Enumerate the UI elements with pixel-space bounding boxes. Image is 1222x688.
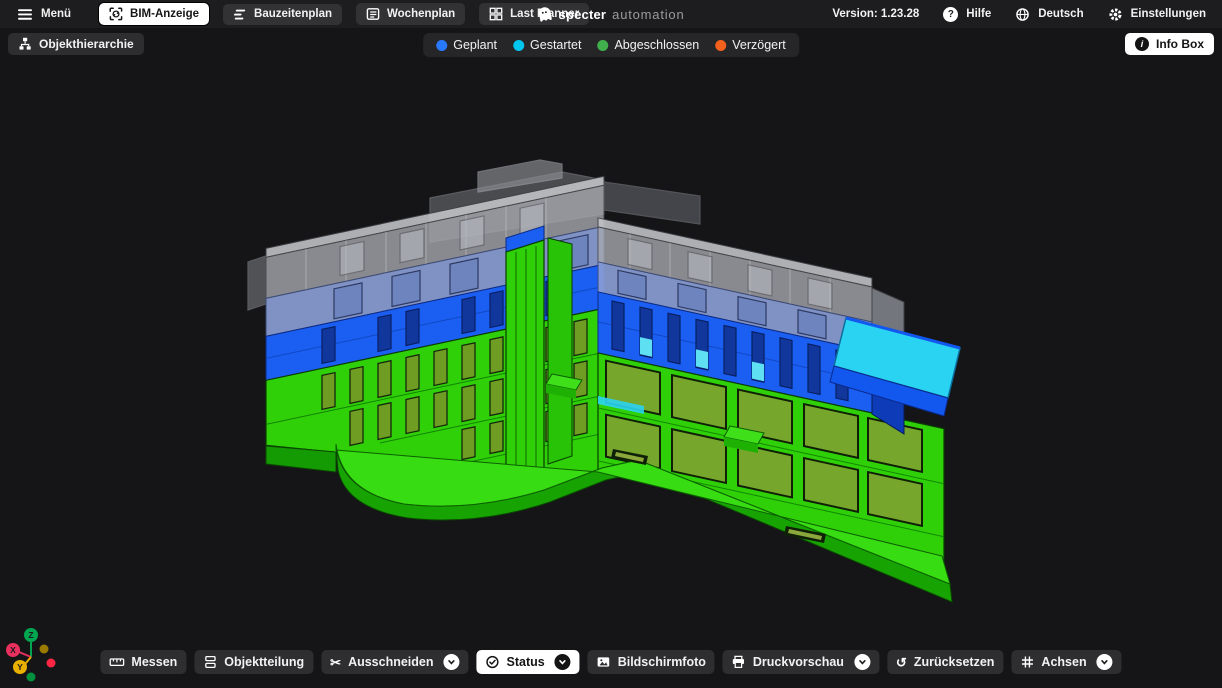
bim-view-icon xyxy=(109,7,123,21)
top-navigation-bar: Menü BIM-Anzeige Bauzeitenplan xyxy=(0,0,1222,28)
gizmo-z-label: Z xyxy=(28,630,33,640)
status-check-icon xyxy=(486,655,500,669)
chevron-down-icon xyxy=(558,657,568,667)
hierarchy-tree-icon xyxy=(18,37,32,51)
gizmo-x-label: X xyxy=(10,645,16,655)
brand-suffix: automation xyxy=(612,7,684,22)
tab-label: Wochenplan xyxy=(387,8,455,20)
gizmo-y-axis[interactable]: Y xyxy=(13,660,27,674)
tool-label: Druckvorschau xyxy=(753,655,844,669)
chevron-down-icon xyxy=(857,657,867,667)
legend-item-verzoegert: Verzögert xyxy=(715,38,786,52)
achsen-dropdown[interactable] xyxy=(1097,654,1113,670)
tool-label: Objektteilung xyxy=(224,655,304,669)
gestartet-dot xyxy=(513,40,524,51)
gantt-icon xyxy=(233,8,247,21)
viewer-canvas[interactable] xyxy=(0,28,1222,688)
version-label: Version: 1.23.28 xyxy=(832,8,919,20)
objektteilung-button[interactable]: Objektteilung xyxy=(194,650,313,674)
verzoegert-dot xyxy=(715,40,726,51)
status-dropdown[interactable] xyxy=(555,654,571,670)
legend-label: Geplant xyxy=(453,38,497,52)
legend-label: Abgeschlossen xyxy=(614,38,699,52)
settings-button[interactable]: Einstellungen xyxy=(1108,7,1206,22)
legend-item-abgeschlossen: Abgeschlossen xyxy=(597,38,699,52)
tool-label: Ausschneiden xyxy=(348,655,433,669)
menu-label: Menü xyxy=(41,8,71,20)
tool-label: Status xyxy=(507,655,545,669)
ghost-icon xyxy=(538,6,553,23)
gizmo-axis-dot[interactable] xyxy=(27,673,36,682)
tab-bim-anzeige[interactable]: BIM-Anzeige xyxy=(99,3,209,25)
tab-label: BIM-Anzeige xyxy=(130,8,199,20)
printer-icon xyxy=(732,655,746,669)
brand-logo: specter automation xyxy=(538,6,685,23)
legend-item-geplant: Geplant xyxy=(436,38,497,52)
model-core xyxy=(506,226,572,486)
info-icon: i xyxy=(1135,37,1149,51)
legend-label: Gestartet xyxy=(530,38,581,52)
viewer-toolbar: Messen Objektteilung ✂ Ausschneiden xyxy=(100,650,1121,674)
help-label: Hilfe xyxy=(966,8,991,20)
tool-label: Achsen xyxy=(1041,655,1086,669)
messen-button[interactable]: Messen xyxy=(100,650,186,674)
chevron-down-icon xyxy=(1100,657,1110,667)
info-box-label: Info Box xyxy=(1156,37,1204,51)
gear-icon xyxy=(1108,7,1123,22)
abgeschlossen-dot xyxy=(597,40,608,51)
app-window: Menü BIM-Anzeige Bauzeitenplan xyxy=(0,0,1222,688)
ausschneiden-dropdown[interactable] xyxy=(444,654,460,670)
chevron-down-icon xyxy=(447,657,457,667)
help-button[interactable]: ? Hilfe xyxy=(943,7,991,22)
legend-label: Verzögert xyxy=(732,38,786,52)
menu-button[interactable]: Menü xyxy=(18,8,71,21)
ausschneiden-button[interactable]: ✂ Ausschneiden xyxy=(321,650,468,674)
scissors-icon: ✂ xyxy=(330,656,341,669)
tool-label: Messen xyxy=(131,655,177,669)
gizmo-x-axis[interactable]: X xyxy=(6,643,20,657)
tab-bauzeitenplan[interactable]: Bauzeitenplan xyxy=(223,4,342,25)
gizmo-y-label: Y xyxy=(17,662,23,672)
object-hierarchy-button[interactable]: Objekthierarchie xyxy=(8,33,144,55)
axes-grid-icon xyxy=(1020,655,1034,669)
grid-icon xyxy=(489,7,503,21)
ruler-icon xyxy=(109,655,124,669)
status-legend: Geplant Gestartet Abgeschlossen Verzöger… xyxy=(423,33,799,57)
globe-icon xyxy=(1015,7,1030,22)
gizmo-axis-dot[interactable] xyxy=(40,645,49,654)
geplant-dot xyxy=(436,40,447,51)
split-icon xyxy=(203,655,217,669)
language-button[interactable]: Deutsch xyxy=(1015,7,1083,22)
tab-label: Bauzeitenplan xyxy=(254,8,332,20)
bildschirmfoto-button[interactable]: Bildschirmfoto xyxy=(588,650,715,674)
gizmo-axis-dot[interactable] xyxy=(47,659,56,668)
help-icon: ? xyxy=(943,7,958,22)
week-plan-icon xyxy=(366,7,380,21)
tool-label: Zurücksetzen xyxy=(914,655,995,669)
reset-icon: ↺ xyxy=(896,656,907,669)
legend-item-gestartet: Gestartet xyxy=(513,38,581,52)
hamburger-icon xyxy=(18,8,32,21)
brand-name: specter xyxy=(559,7,607,22)
druckvorschau-dropdown[interactable] xyxy=(854,654,870,670)
druckvorschau-button[interactable]: Druckvorschau xyxy=(723,650,879,674)
tab-wochenplan[interactable]: Wochenplan xyxy=(356,3,465,25)
settings-label: Einstellungen xyxy=(1131,8,1206,20)
achsen-button[interactable]: Achsen xyxy=(1011,650,1121,674)
language-label: Deutsch xyxy=(1038,8,1083,20)
object-hierarchy-label: Objekthierarchie xyxy=(39,37,134,51)
status-button[interactable]: Status xyxy=(477,650,580,674)
orientation-gizmo[interactable]: Z X Y xyxy=(4,622,68,686)
zuruecksetzen-button[interactable]: ↺ Zurücksetzen xyxy=(887,650,1004,674)
info-box-button[interactable]: i Info Box xyxy=(1125,33,1214,55)
screenshot-icon xyxy=(597,655,611,669)
tool-label: Bildschirmfoto xyxy=(618,655,706,669)
gizmo-z-axis[interactable]: Z xyxy=(24,628,38,642)
bim-model xyxy=(0,0,1222,688)
